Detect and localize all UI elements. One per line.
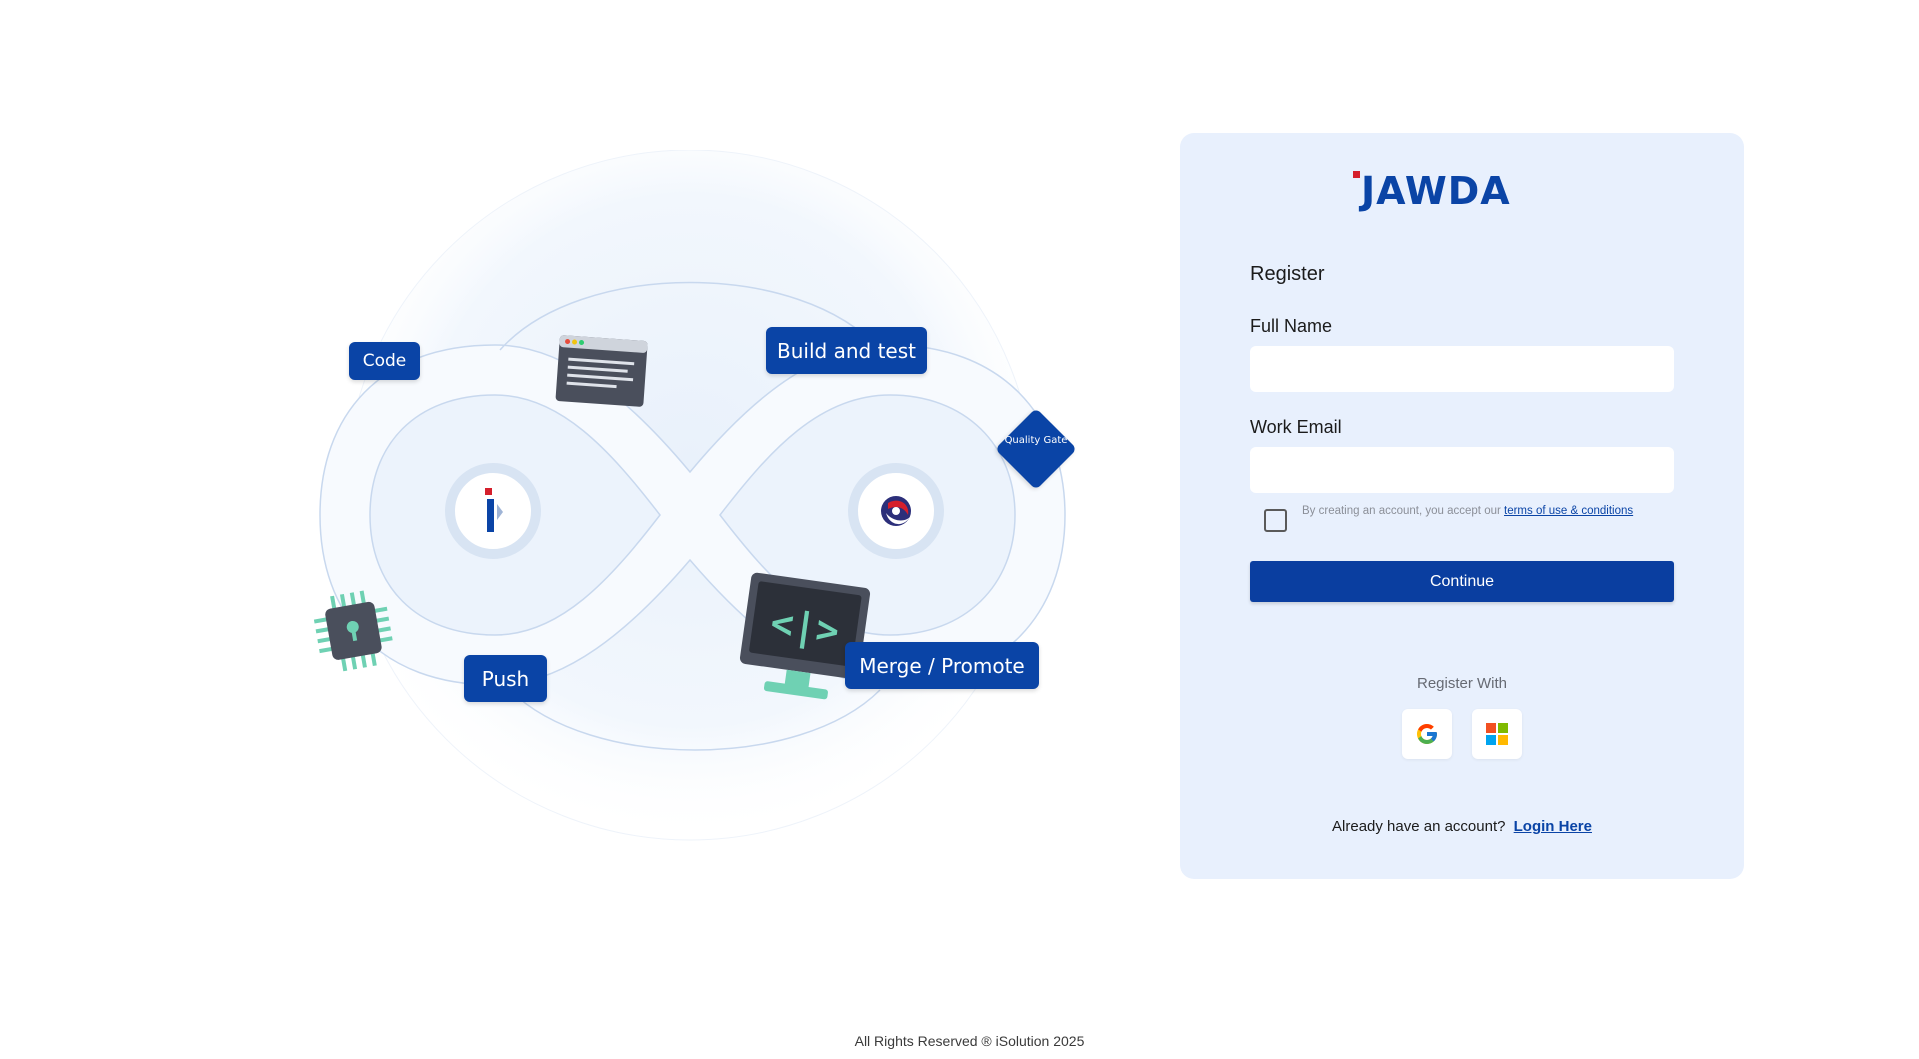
jawda-logo: JAWDA [1353,169,1510,213]
terms-link[interactable]: terms of use & conditions [1504,505,1633,517]
code-stage-label: Code [349,342,420,380]
infinity-loop-graphic: <|> [313,150,1066,841]
isolution-logo [848,463,944,559]
register-with-label: Register With [1416,675,1508,692]
merge-stage-label: Merge / Promote [845,642,1039,689]
build-stage-label: Build and test [766,327,927,374]
register-card: JAWDA Register Full Name Work Email By c… [1180,133,1744,879]
login-prompt: Already have an account? Login Here [1180,818,1744,835]
full-name-input[interactable] [1250,346,1674,392]
footer-copyright: All Rights Reserved ® iSolution 2025 [854,1033,1085,1049]
isolution-icon [881,496,911,526]
push-stage-label: Push [464,655,547,702]
brand-name: JAWDA [1361,169,1511,213]
devops-illustration: <|> Code Build and test Push Merge / Pro… [300,150,1100,870]
terms-text: By creating an account, you accept our t… [1302,502,1642,521]
jawda-mark-logo [445,463,541,559]
work-email-input[interactable] [1250,447,1674,493]
browser-window-icon [555,335,648,407]
continue-button[interactable]: Continue [1250,561,1674,602]
google-signin-button[interactable] [1402,709,1452,759]
microsoft-icon [1486,723,1508,745]
login-link[interactable]: Login Here [1514,818,1592,835]
form-title: Register [1250,263,1325,285]
jawda-mark-icon [485,488,503,532]
microsoft-signin-button[interactable] [1472,709,1522,759]
quality-gate-label: Quality Gate [1004,435,1068,446]
full-name-label: Full Name [1250,316,1333,336]
login-prompt-text: Already have an account? [1332,818,1506,835]
terms-checkbox[interactable] [1264,509,1287,532]
terms-prefix: By creating an account, you accept our [1302,505,1505,517]
google-icon [1417,724,1437,744]
brand-red-mark [1353,171,1360,178]
work-email-label: Work Email [1250,417,1342,437]
